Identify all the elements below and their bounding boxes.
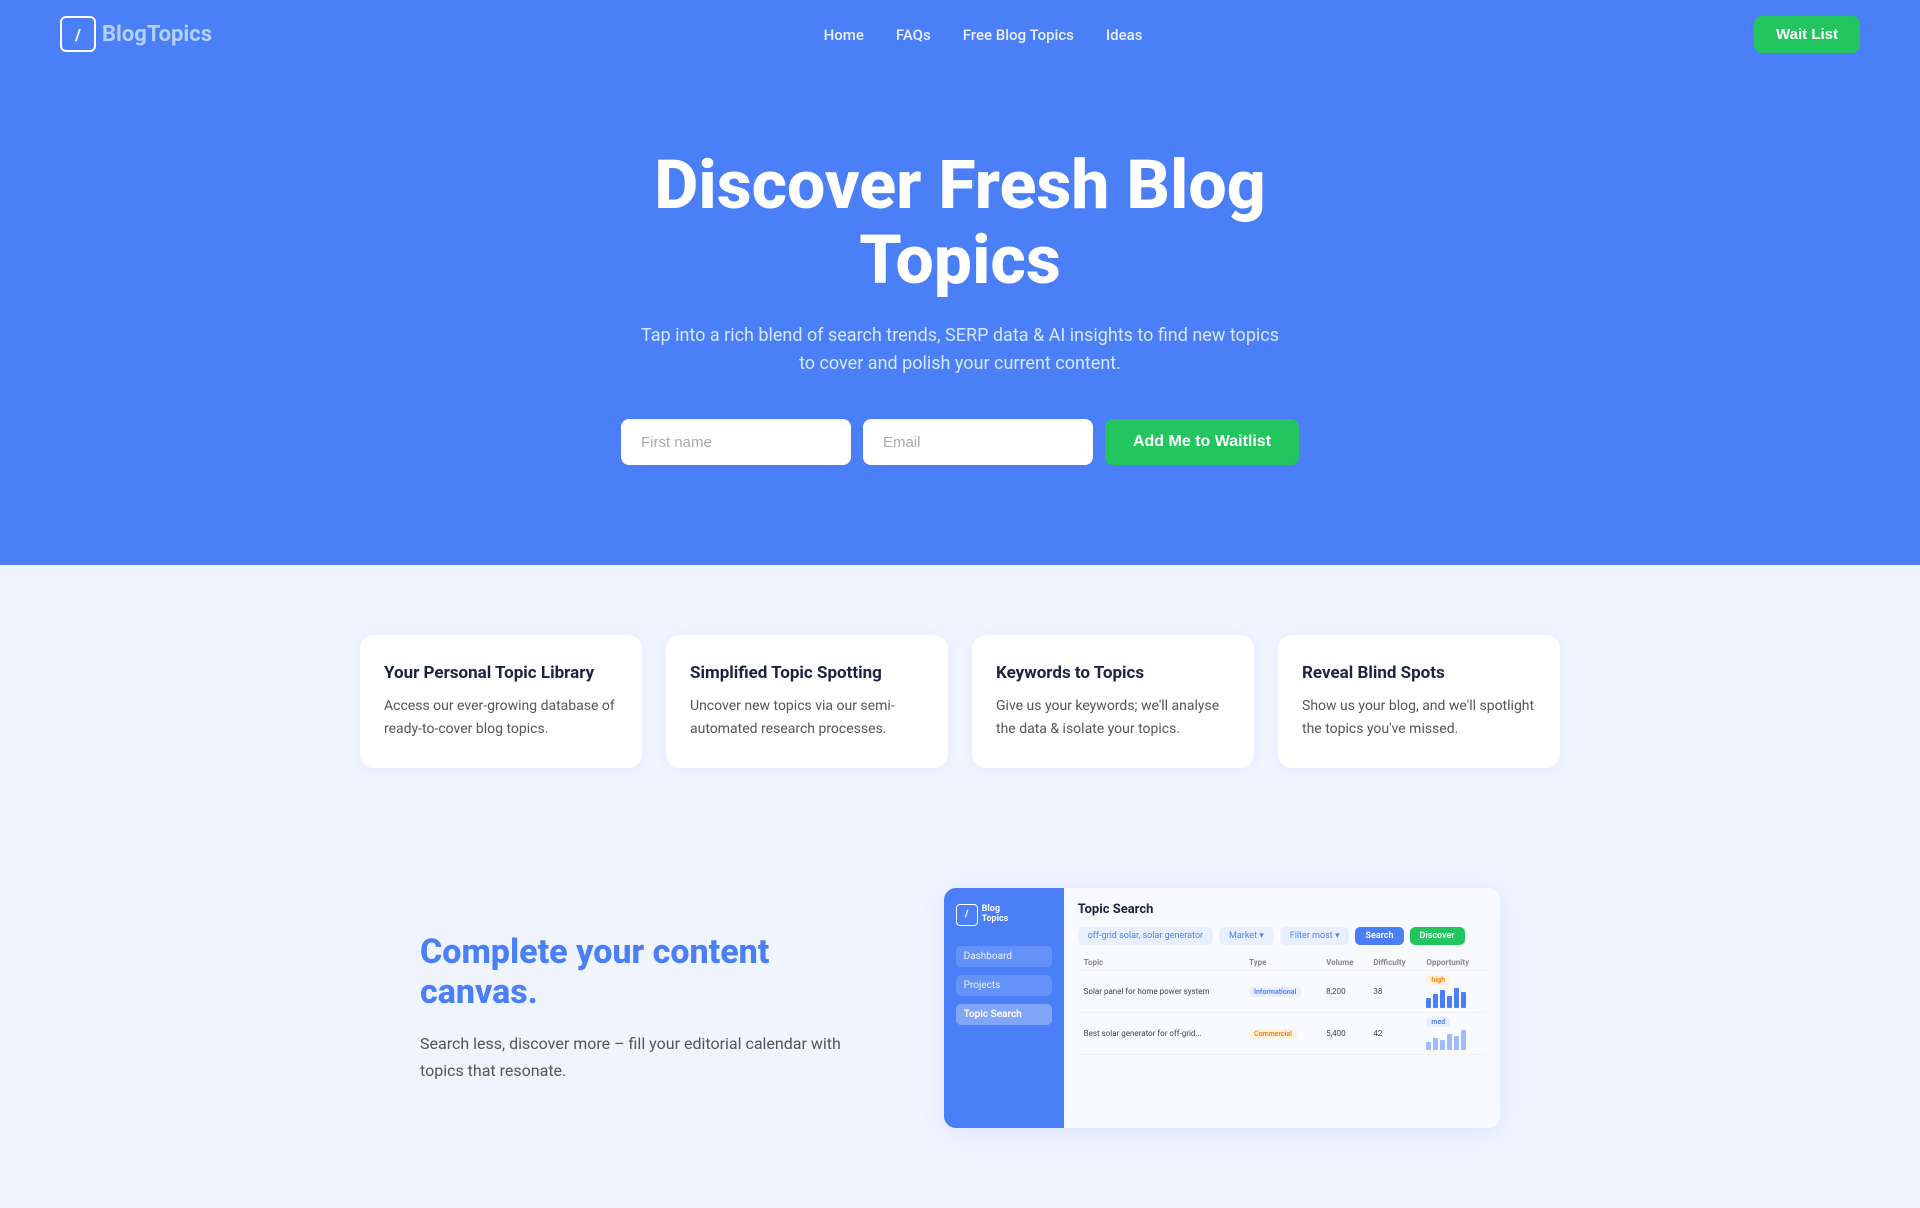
table-cell-opp-0: high [1420, 970, 1486, 1012]
table-row-1: Best solar generator for off-grid... Com… [1078, 1012, 1486, 1054]
mockup-filter-most[interactable]: Filter most ▾ [1280, 927, 1350, 945]
app-mockup-inner: / Blog Topics Dashboard Projects Topic S… [944, 888, 1500, 1128]
table-header-difficulty: Difficulty [1367, 955, 1420, 971]
feature-title-3: Reveal Blind Spots [1302, 663, 1536, 683]
feature-card-2: Keywords to Topics Give us your keywords… [972, 635, 1254, 768]
table-cell-type-0: Informational [1243, 970, 1320, 1012]
logo-icon: / [60, 16, 96, 52]
mockup-logo-icon: / [956, 904, 978, 926]
canvas-text: Complete your content canvas. Search les… [420, 932, 884, 1084]
email-input[interactable] [863, 419, 1093, 465]
mockup-sidebar-projects[interactable]: Projects [956, 975, 1052, 996]
mockup-filter-market[interactable]: Market ▾ [1219, 927, 1274, 945]
hero-headline: Discover Fresh Blog Topics [580, 148, 1340, 298]
firstname-input[interactable] [621, 419, 851, 465]
hero-subtext: Tap into a rich blend of search trends, … [640, 322, 1280, 380]
mockup-main: Topic Search off-grid solar, solar gener… [1064, 888, 1500, 1128]
feature-card-0: Your Personal Topic Library Access our e… [360, 635, 642, 768]
canvas-section: Complete your content canvas. Search les… [360, 828, 1560, 1208]
feature-title-0: Your Personal Topic Library [384, 663, 618, 683]
mockup-filter-keywords[interactable]: off-grid solar, solar generator [1078, 927, 1213, 945]
add-to-waitlist-button[interactable]: Add Me to Waitlist [1105, 419, 1299, 465]
nav-link-home[interactable]: Home [824, 26, 864, 44]
table-cell-topic-0: Solar panel for home power system [1078, 970, 1243, 1012]
feature-desc-2: Give us your keywords; we'll analyse the… [996, 695, 1230, 740]
hero-section: Discover Fresh Blog Topics Tap into a ri… [0, 68, 1920, 565]
hero-form: Add Me to Waitlist [20, 419, 1900, 465]
mockup-sidebar-topic-search[interactable]: Topic Search [956, 1004, 1052, 1025]
mockup-search-btn[interactable]: Search [1355, 927, 1403, 945]
mockup-logo-words: Blog Topics [982, 905, 1009, 925]
table-row-0: Solar panel for home power system Inform… [1078, 970, 1486, 1012]
table-cell-type-1: Commercial [1243, 1012, 1320, 1054]
app-mockup: / Blog Topics Dashboard Projects Topic S… [944, 888, 1500, 1128]
mockup-sidebar-dashboard[interactable]: Dashboard [956, 946, 1052, 967]
mockup-sidebar: / Blog Topics Dashboard Projects Topic S… [944, 888, 1064, 1128]
nav-links: Home FAQs Free Blog Topics Ideas [824, 25, 1143, 44]
table-header-topic: Topic [1078, 955, 1243, 971]
table-header-opportunity: Opportunity [1420, 955, 1486, 971]
bar-chart-1 [1426, 1026, 1480, 1050]
features-section: Your Personal Topic Library Access our e… [0, 565, 1920, 828]
feature-card-1: Simplified Topic Spotting Uncover new to… [666, 635, 948, 768]
feature-title-1: Simplified Topic Spotting [690, 663, 924, 683]
nav-waitlist-button[interactable]: Wait List [1754, 16, 1860, 53]
table-cell-diff-0: 38 [1367, 970, 1420, 1012]
mockup-logo: / Blog Topics [956, 904, 1052, 926]
feature-card-3: Reveal Blind Spots Show us your blog, an… [1278, 635, 1560, 768]
mockup-main-title: Topic Search [1078, 902, 1486, 917]
feature-desc-1: Uncover new topics via our semi-automate… [690, 695, 924, 740]
mockup-discover-btn[interactable]: Discover [1410, 927, 1465, 945]
nav-link-free-blog-topics[interactable]: Free Blog Topics [963, 26, 1074, 44]
nav-link-faqs[interactable]: FAQs [896, 26, 931, 44]
navbar: / BlogTopics Home FAQs Free Blog Topics … [0, 0, 1920, 68]
bar-chart-0 [1426, 984, 1480, 1008]
table-cell-volume-1: 5,400 [1320, 1012, 1367, 1054]
table-cell-diff-1: 42 [1367, 1012, 1420, 1054]
logo-text: BlogTopics [102, 22, 212, 47]
table-cell-volume-0: 8,200 [1320, 970, 1367, 1012]
feature-desc-3: Show us your blog, and we'll spotlight t… [1302, 695, 1536, 740]
table-cell-opp-1: med [1420, 1012, 1486, 1054]
mockup-search-bar: off-grid solar, solar generator Market ▾… [1078, 927, 1486, 945]
canvas-heading: Complete your content canvas. [420, 932, 884, 1012]
table-header-type: Type [1243, 955, 1320, 971]
canvas-desc: Search less, discover more – fill your e… [420, 1030, 884, 1084]
feature-title-2: Keywords to Topics [996, 663, 1230, 683]
features-grid: Your Personal Topic Library Access our e… [360, 635, 1560, 768]
feature-desc-0: Access our ever-growing database of read… [384, 695, 618, 740]
mockup-table: Topic Type Volume Difficulty Opportunity… [1078, 955, 1486, 1055]
table-header-volume: Volume [1320, 955, 1367, 971]
logo[interactable]: / BlogTopics [60, 16, 212, 52]
nav-link-ideas[interactable]: Ideas [1106, 26, 1143, 44]
table-cell-topic-1: Best solar generator for off-grid... [1078, 1012, 1243, 1054]
